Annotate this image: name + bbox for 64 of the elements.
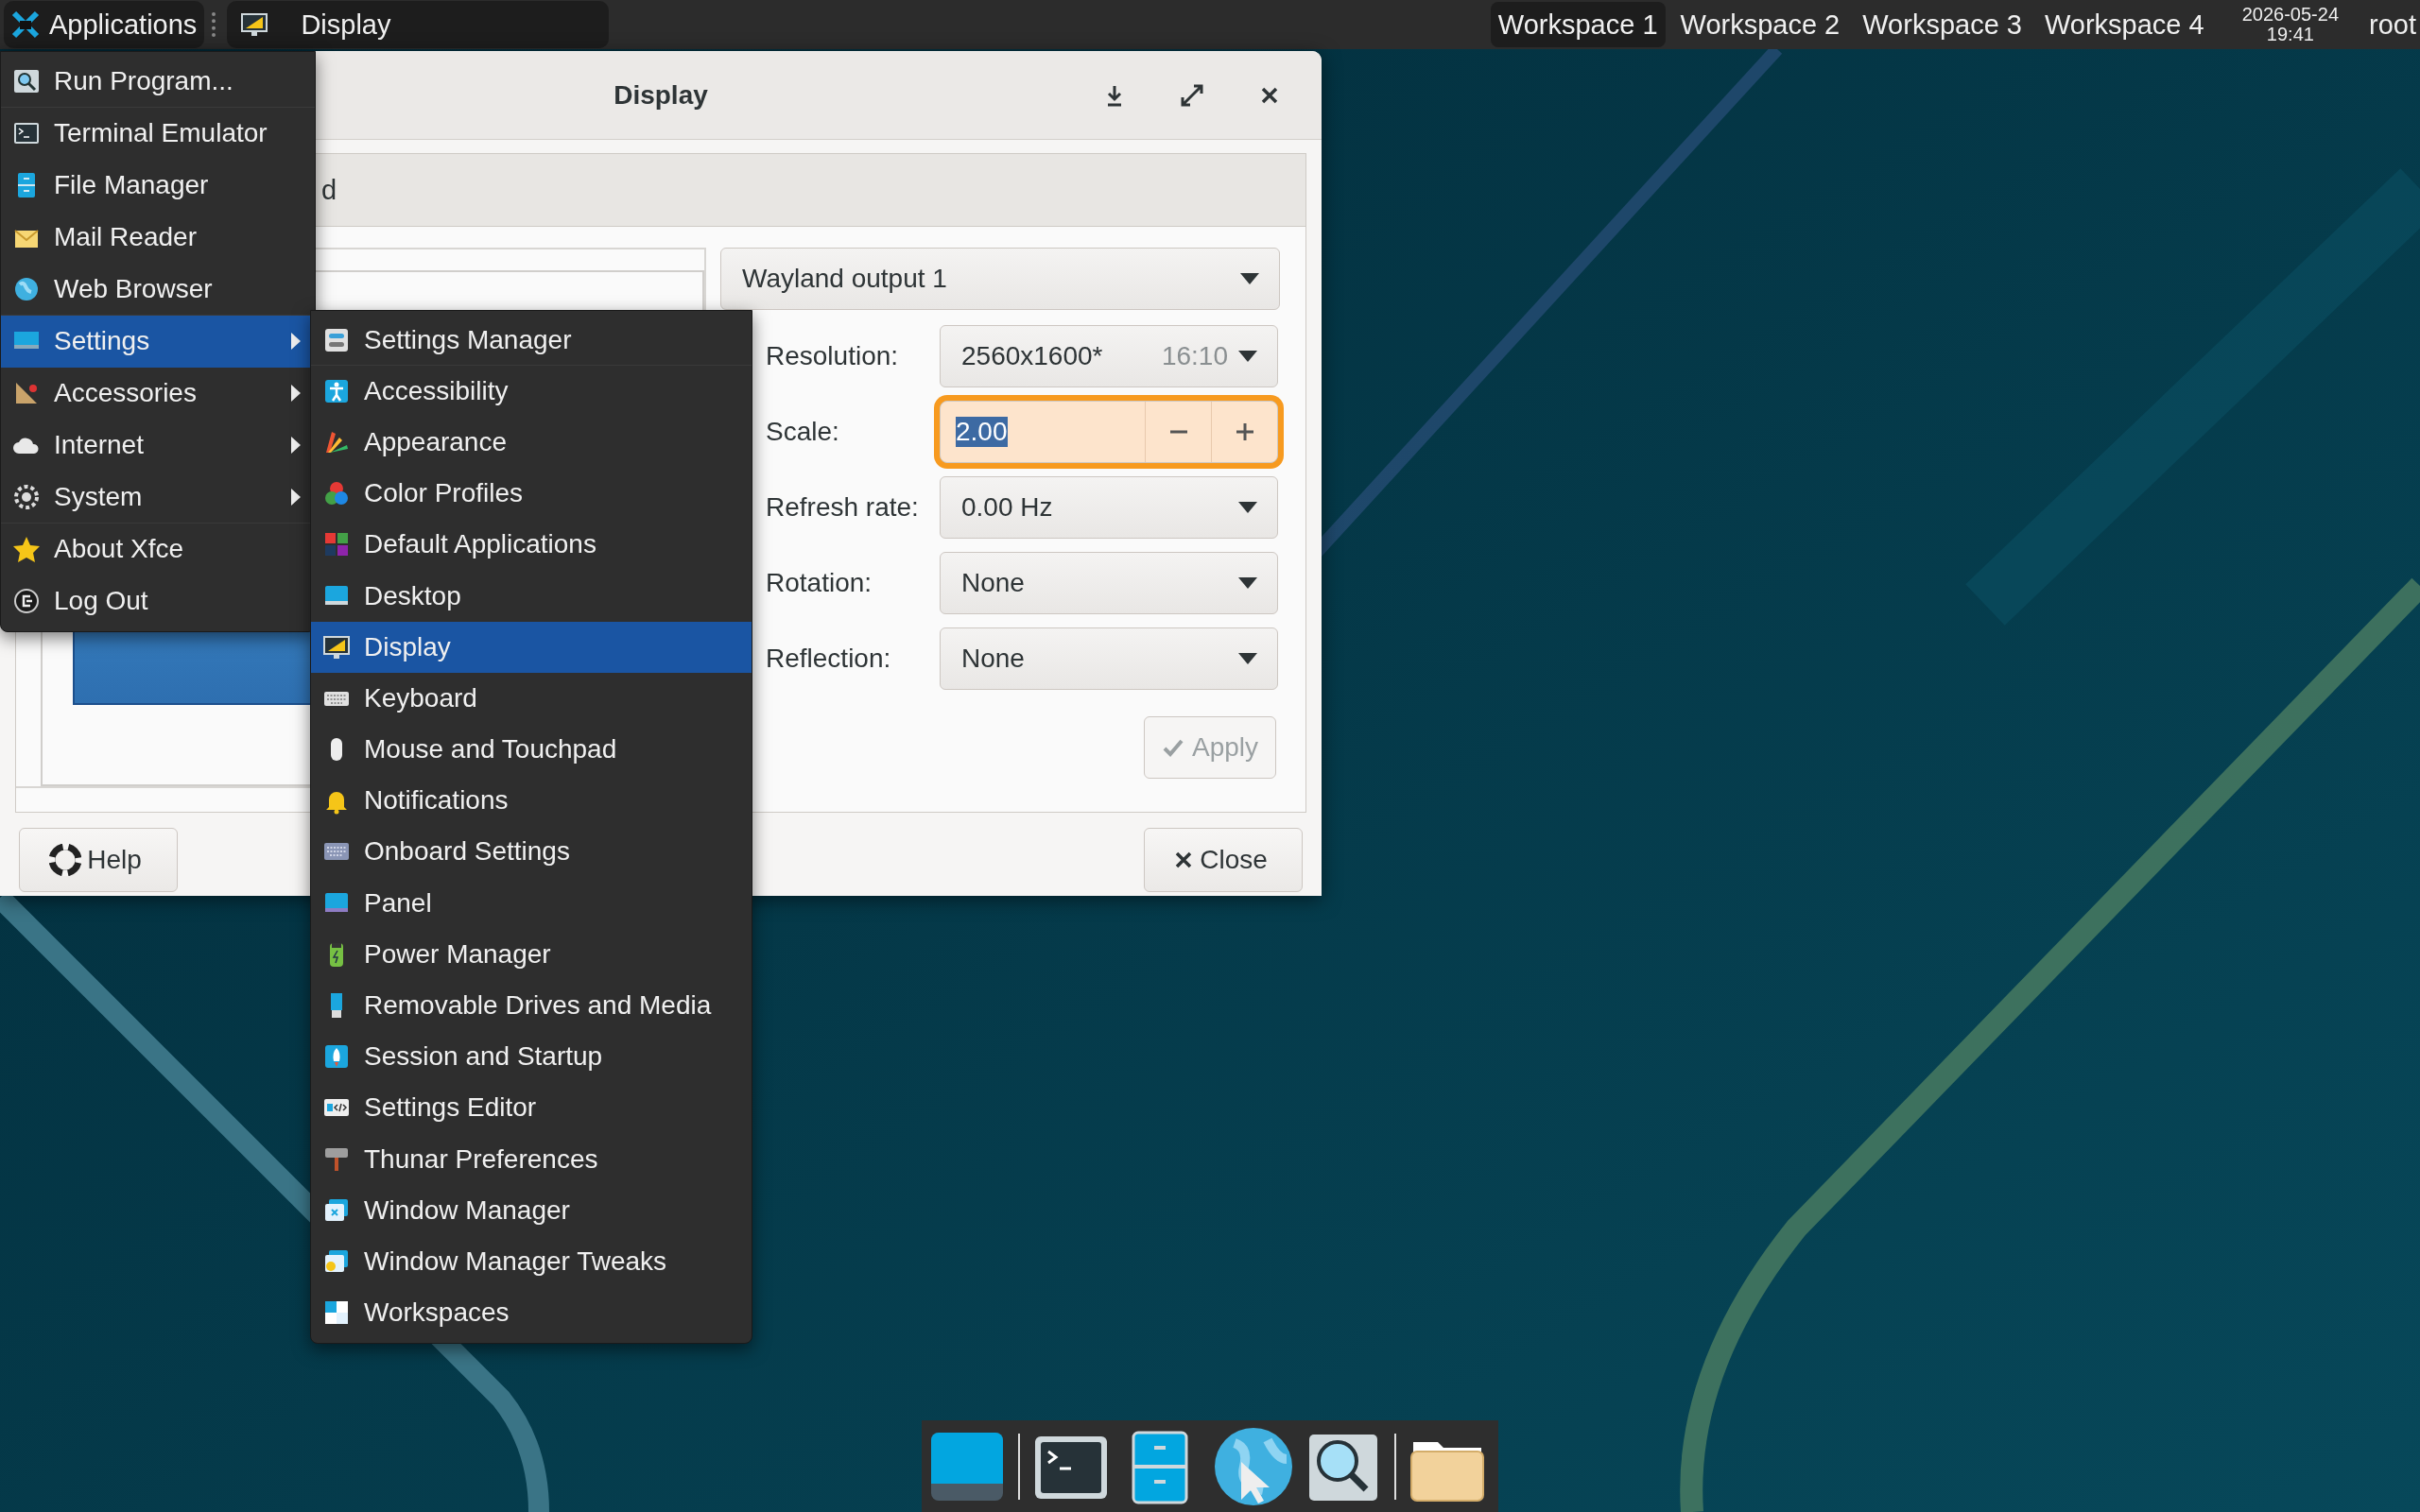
window-title: Display [614,79,708,111]
menu-item[interactable]: Session and Startup [311,1031,752,1083]
help-button[interactable]: Help [19,828,178,892]
menu-item[interactable]: Workspaces [311,1287,752,1339]
workspace-button[interactable]: Workspace 1 [1490,2,1666,47]
menu-item[interactable]: Appearance [311,417,752,469]
submenu-arrow-icon [290,384,302,403]
menu-item[interactable]: Accessibility [311,366,752,418]
lifebuoy-icon [49,844,82,876]
menu-item[interactable]: Panel [311,878,752,930]
xfce-logo-icon [11,10,40,39]
setting-select[interactable]: None [940,552,1278,614]
caret-icon [1237,652,1258,665]
caret-icon [1239,272,1260,285]
search-window-icon [12,67,41,95]
menu-item[interactable]: Desktop [311,570,752,623]
setting-label: Resolution: [766,341,900,371]
menu-item[interactable]: Notifications [311,775,752,827]
setting-label: Rotation: [766,568,873,598]
caret-icon [1237,576,1258,590]
menu-item[interactable]: Power Manager [311,929,752,981]
applications-button[interactable]: Applications [4,1,205,48]
menu-item[interactable]: Removable Drives and Media [311,980,752,1032]
setting-label: Reflection: [766,644,892,674]
display-icon [240,10,269,39]
clock-time: 19:41 [2266,25,2314,44]
tab-label[interactable]: d [321,174,337,206]
setting-select[interactable]: 2560x1600* 16:10 [940,325,1278,387]
menu-item[interactable]: File Manager [1,160,315,212]
star-icon [12,535,41,563]
logout-icon [12,587,41,615]
submenu-arrow-icon [290,488,302,507]
caret-icon [1237,350,1258,363]
plus-icon [1234,421,1255,442]
menu-item[interactable]: Mouse and Touchpad [311,724,752,776]
gear-icon [12,483,41,511]
menu-item[interactable]: Run Program... [1,56,315,108]
minus-icon [1167,430,1189,434]
menu-item[interactable]: Onboard Settings [311,826,752,879]
menu-item[interactable]: Settings Editor [311,1082,752,1134]
taskbar-button[interactable]: Display [227,1,610,48]
menu-item[interactable]: Thunar Preferences [311,1134,752,1186]
output-select[interactable]: Wayland output 1 [720,248,1280,310]
globe-icon [12,275,41,303]
setting-label: Refresh rate: [766,492,920,523]
menu-item[interactable]: Window Manager Tweaks [311,1236,752,1288]
submenu-arrow-icon [290,436,302,455]
workspace-button[interactable]: Workspace 4 [2037,2,2212,47]
menu-item[interactable]: Mail Reader [1,212,315,264]
caret-icon [1237,501,1258,514]
dialog-close-button[interactable]: Close [1144,828,1303,892]
menu-item[interactable]: Keyboard [311,673,752,725]
clock-date: 2026-05-24 [2241,5,2339,25]
menu-item[interactable]: Terminal Emulator [1,108,315,160]
workspace-button[interactable]: Workspace 2 [1672,2,1848,47]
menu-item[interactable]: Window Manager [311,1185,752,1237]
setting-select[interactable]: 0.00 Hz [940,476,1278,539]
workspace-button[interactable]: Workspace 3 [1855,2,2030,47]
menu-item[interactable]: Settings Manager [311,315,752,367]
menu-item[interactable]: Display [311,622,752,674]
setting-select[interactable]: None [940,627,1278,690]
submenu-arrow-icon [290,332,302,351]
user-name: root [2369,9,2416,41]
setting-label: Scale: [766,417,840,447]
